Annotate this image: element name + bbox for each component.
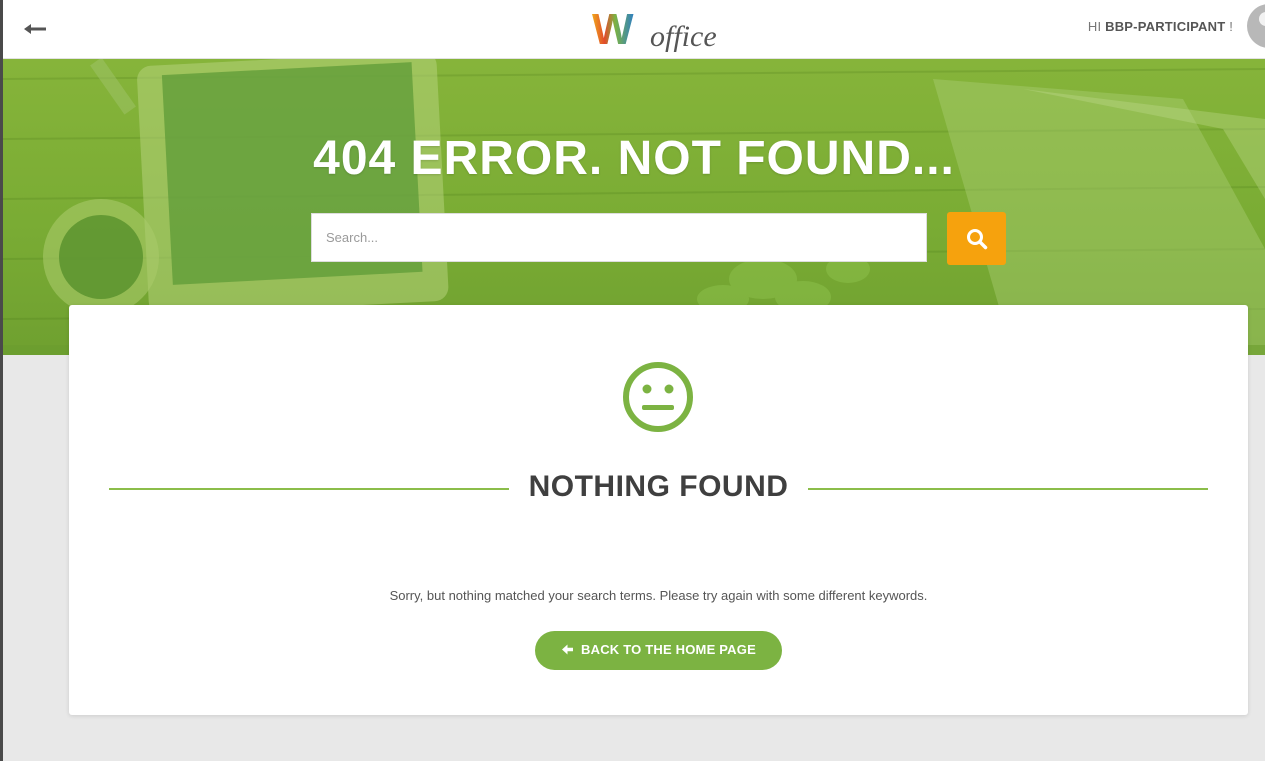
- search-input[interactable]: [311, 213, 927, 262]
- search-button[interactable]: [947, 212, 1006, 265]
- no-results-message: Sorry, but nothing matched your search t…: [389, 588, 928, 603]
- greeting-suffix: !: [1229, 19, 1233, 34]
- greeting-prefix: HI: [1087, 19, 1102, 34]
- heading-divider-left: [109, 488, 509, 490]
- logo-letter: W: [592, 6, 634, 52]
- section-heading: NOTHING FOUND: [528, 470, 789, 503]
- back-to-home-label: BACK TO THE HOME PAGE: [581, 642, 756, 657]
- arrow-left-circle-icon: [562, 644, 574, 655]
- woffice-logo[interactable]: W office: [592, 6, 732, 52]
- arrow-left-icon[interactable]: [22, 17, 48, 41]
- search-icon: [967, 229, 988, 250]
- top-bar: W office HI BBP-PARTICIPANT !: [0, 0, 1265, 59]
- logo-word: office: [650, 20, 717, 52]
- user-greeting: HI BBP-PARTICIPANT !: [1088, 19, 1233, 34]
- user-avatar-icon[interactable]: [1247, 4, 1265, 48]
- username[interactable]: BBP-PARTICIPANT: [1105, 19, 1225, 34]
- not-found-card: NOTHING FOUND Sorry, but nothing matched…: [69, 305, 1248, 715]
- heading-divider-right: [808, 488, 1208, 490]
- section-heading-row: NOTHING FOUND: [109, 470, 1208, 510]
- page-title: 404 ERROR. NOT FOUND...: [313, 132, 955, 185]
- neutral-face-icon: [623, 362, 693, 432]
- window-left-edge: [0, 0, 3, 761]
- back-to-home-button[interactable]: BACK TO THE HOME PAGE: [535, 631, 782, 670]
